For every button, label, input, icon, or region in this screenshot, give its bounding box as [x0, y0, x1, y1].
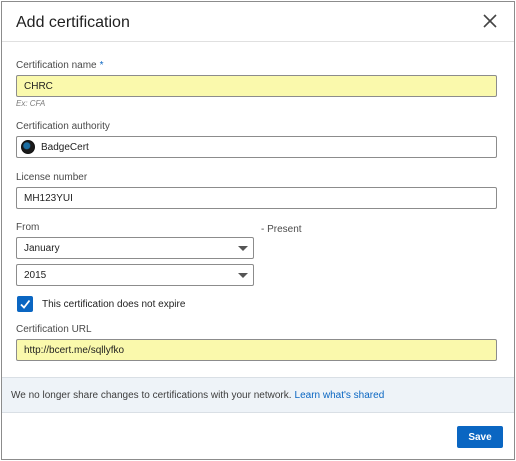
certification-url-value: http://bcert.me/sqllyfko — [24, 344, 125, 356]
from-year-select[interactable]: 2015 — [16, 264, 254, 286]
share-info-text: We no longer share changes to certificat… — [11, 389, 292, 401]
from-year-value: 2015 — [24, 269, 47, 281]
header-divider — [2, 41, 514, 42]
license-number-value: MH123YUI — [24, 192, 73, 204]
certification-name-input[interactable]: CHRC — [16, 75, 497, 97]
close-icon[interactable] — [479, 10, 501, 32]
learn-whats-shared-link[interactable]: Learn what's shared — [295, 390, 385, 401]
certification-authority-value: BadgeCert — [41, 141, 89, 153]
dialog-title: Add certification — [16, 14, 130, 31]
certification-name-hint: Ex: CFA — [16, 99, 46, 108]
badgecert-logo-icon — [21, 140, 35, 154]
certification-name-label-text: Certification name — [16, 60, 97, 71]
no-expire-checkbox[interactable] — [17, 296, 33, 312]
certification-authority-input[interactable]: BadgeCert — [16, 136, 497, 158]
share-info-bar: We no longer share changes to certificat… — [2, 377, 514, 413]
certification-name-value: CHRC — [24, 80, 53, 92]
no-expire-label: This certification does not expire — [42, 299, 186, 310]
add-certification-dialog: Add certification Certification name * CH… — [1, 1, 515, 460]
certification-name-label: Certification name * — [16, 60, 104, 71]
certification-authority-label: Certification authority — [16, 121, 110, 132]
from-month-select[interactable]: January — [16, 237, 254, 259]
license-number-input[interactable]: MH123YUI — [16, 187, 497, 209]
from-label: From — [16, 222, 40, 233]
chevron-down-icon — [238, 273, 248, 278]
certification-url-label: Certification URL — [16, 324, 92, 335]
from-month-value: January — [24, 242, 60, 254]
save-button[interactable]: Save — [457, 426, 503, 448]
chevron-down-icon — [238, 246, 248, 251]
present-label: - Present — [261, 224, 302, 235]
required-marker: * — [99, 60, 104, 71]
certification-url-input[interactable]: http://bcert.me/sqllyfko — [16, 339, 497, 361]
license-number-label: License number — [16, 172, 88, 183]
checkmark-icon — [20, 299, 31, 309]
